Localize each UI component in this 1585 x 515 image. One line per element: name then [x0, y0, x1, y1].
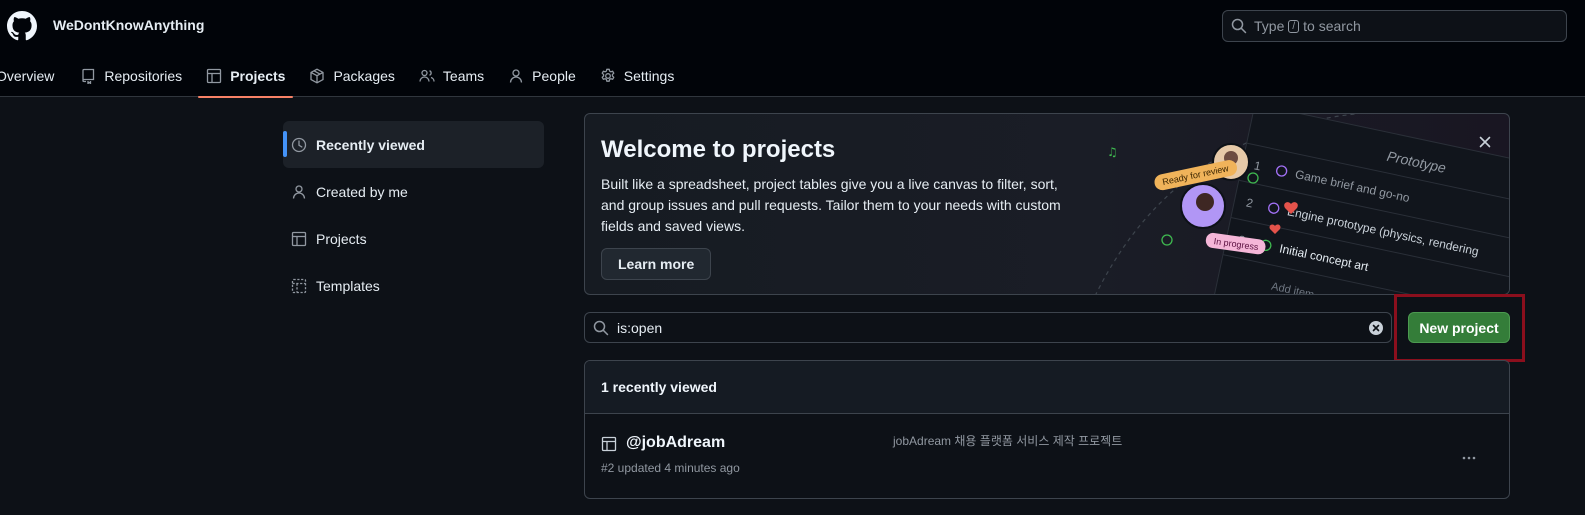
org-name[interactable]: WeDontKnowAnything — [53, 17, 204, 33]
project-title-link[interactable]: @jobAdream — [626, 434, 725, 452]
table-icon — [207, 68, 222, 84]
sidebar-item-projects[interactable]: Projects — [283, 215, 544, 262]
gear-icon — [601, 68, 615, 82]
tab-overview[interactable]: Overview — [0, 55, 62, 97]
table-icon — [601, 436, 617, 452]
sidebar-item-label: Templates — [316, 277, 380, 294]
sidebar-item-templates[interactable]: Templates — [283, 262, 544, 309]
tab-settings[interactable]: Settings — [592, 55, 683, 97]
org-header: WeDontKnowAnything Type / to search Over… — [0, 0, 1585, 98]
clock-icon — [291, 137, 307, 152]
tab-packages[interactable]: Packages — [301, 55, 402, 97]
people-icon — [419, 69, 435, 82]
repo-icon — [82, 68, 95, 84]
project-description: jobAdream 채용 플랫폼 서비스 제작 프로젝트 — [893, 434, 1123, 448]
tab-repositories[interactable]: Repositories — [70, 55, 190, 97]
project-filter-input[interactable]: is:open — [584, 312, 1392, 343]
tab-label: Packages — [333, 68, 395, 84]
sidebar-item-created-by-me[interactable]: Created by me — [283, 168, 544, 215]
banner-body: Built like a spreadsheet, project tables… — [601, 176, 1061, 234]
tab-projects[interactable]: Projects — [198, 55, 294, 98]
search-icon — [593, 320, 609, 335]
kebab-menu-icon[interactable] — [1461, 450, 1477, 466]
tab-label: Projects — [230, 68, 286, 84]
sidebar-item-label: Projects — [316, 230, 367, 247]
svg-text:♫: ♫ — [1107, 145, 1118, 159]
github-octocat-icon[interactable] — [7, 11, 37, 41]
tab-label: Overview — [0, 68, 55, 84]
table-icon — [291, 231, 307, 246]
template-icon — [291, 278, 307, 293]
sidebar-item-recently-viewed[interactable]: Recently viewed — [283, 121, 544, 168]
sidebar-item-label: Created by me — [316, 183, 408, 200]
projects-illustration: Prototype 1 Game brief and go-no 2 Engin… — [1095, 114, 1509, 294]
search-icon — [1231, 18, 1247, 34]
filter-value: is:open — [617, 319, 663, 336]
projects-sidebar: Recently viewed Created by me Projects T… — [283, 121, 544, 309]
tab-people[interactable]: People — [500, 55, 584, 97]
org-nav: Overview Repositories Projects Packages … — [0, 55, 690, 98]
tab-label: Repositories — [104, 68, 183, 84]
package-icon — [310, 68, 325, 84]
search-placeholder-prefix: Type — [1254, 18, 1285, 34]
new-project-button[interactable]: New project — [1408, 312, 1510, 343]
search-placeholder-suffix: to search — [1303, 18, 1361, 34]
clear-filter-icon[interactable] — [1368, 320, 1384, 336]
tab-teams[interactable]: Teams — [411, 55, 492, 97]
project-meta: #2 updated 4 minutes ago — [601, 461, 740, 475]
banner-title: Welcome to projects — [601, 136, 836, 163]
recent-projects-list: 1 recently viewed @jobAdream #2 updated … — [584, 360, 1510, 499]
search-shortcut-key: / — [1288, 19, 1300, 33]
person-icon — [292, 184, 306, 199]
global-search-input[interactable]: Type / to search — [1222, 10, 1567, 42]
list-header: 1 recently viewed — [585, 361, 1509, 414]
illustration-tag-review: Ready for review — [1161, 163, 1230, 187]
tab-label: People — [532, 68, 576, 84]
tab-label: Settings — [623, 68, 675, 84]
welcome-banner: Welcome to projects Built like a spreads… — [584, 113, 1510, 295]
person-icon — [510, 69, 523, 83]
learn-more-button[interactable]: Learn more — [601, 248, 712, 280]
tab-label: Teams — [442, 68, 485, 84]
close-icon[interactable] — [1477, 134, 1493, 150]
list-item[interactable]: @jobAdream #2 updated 4 minutes ago jobA… — [585, 414, 1509, 498]
sidebar-item-label: Recently viewed — [316, 136, 425, 153]
